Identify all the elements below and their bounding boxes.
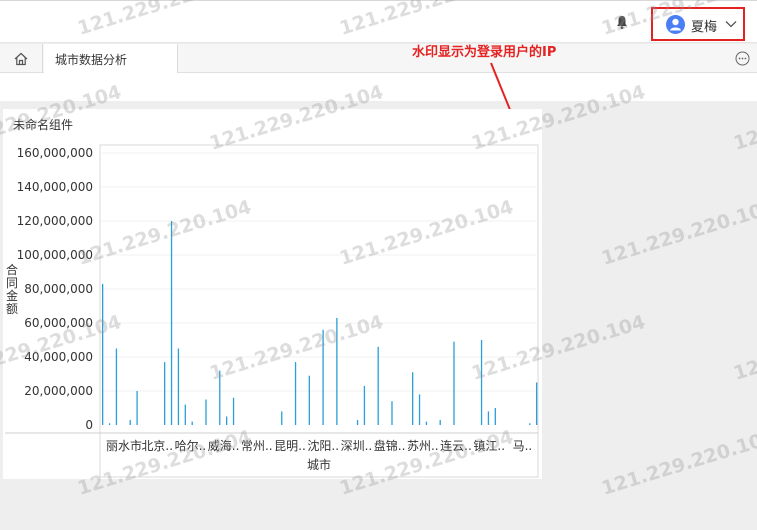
bar bbox=[232, 397, 235, 425]
bar bbox=[177, 348, 180, 425]
y-axis-title: 合同金额 bbox=[6, 262, 18, 316]
bar bbox=[205, 399, 207, 425]
bar bbox=[281, 411, 283, 425]
x-tick-label: 沈阳.. bbox=[307, 438, 339, 453]
bar bbox=[219, 370, 221, 425]
bar bbox=[108, 423, 111, 425]
x-tick-label: 深圳.. bbox=[341, 439, 373, 453]
bar bbox=[170, 221, 173, 425]
bar bbox=[363, 385, 366, 425]
toolbar-area bbox=[0, 73, 757, 101]
annotation-text: 水印显示为登录用户的IP bbox=[412, 45, 557, 60]
bar bbox=[487, 411, 490, 425]
x-tick-label: 盘锦.. bbox=[374, 438, 406, 453]
bell-icon[interactable] bbox=[614, 14, 630, 30]
watermark-text: 121.229.220.104 bbox=[599, 426, 757, 500]
bar bbox=[529, 423, 531, 425]
x-axis-title: 城市 bbox=[307, 457, 331, 472]
bar bbox=[322, 329, 324, 425]
bar bbox=[356, 419, 359, 425]
top-header: 夏梅 bbox=[0, 0, 757, 43]
bar bbox=[336, 317, 338, 425]
bar bbox=[136, 391, 138, 425]
bar bbox=[184, 404, 186, 425]
user-name: 夏梅 bbox=[691, 20, 718, 35]
x-tick-label: 苏州.. bbox=[407, 439, 439, 453]
x-tick-label: 连云.. bbox=[440, 438, 472, 453]
bar bbox=[391, 401, 393, 425]
y-tick-label: 140,000,000 bbox=[17, 180, 93, 194]
user-menu[interactable]: 夏梅 bbox=[651, 7, 745, 41]
bar bbox=[480, 340, 483, 425]
x-tick-label: 昆明.. bbox=[274, 439, 306, 453]
bar bbox=[425, 421, 428, 425]
bar bbox=[418, 394, 421, 425]
bar bbox=[115, 348, 118, 425]
bar bbox=[494, 408, 496, 425]
x-tick-label: 威海.. bbox=[208, 438, 240, 453]
y-tick-label: 160,000,000 bbox=[17, 146, 93, 160]
y-tick-label: 0 bbox=[85, 418, 93, 432]
chevron-down-icon bbox=[725, 21, 737, 28]
bar bbox=[102, 283, 104, 425]
tab-label: 城市数据分析 bbox=[55, 53, 128, 67]
y-tick-label: 80,000,000 bbox=[24, 282, 93, 296]
bar bbox=[226, 416, 228, 425]
watermark-text: 121.229.220.104 bbox=[731, 311, 757, 385]
bar bbox=[191, 421, 193, 425]
bar bbox=[412, 372, 414, 425]
x-tick-label: 常州.. bbox=[241, 439, 273, 453]
more-icon[interactable] bbox=[735, 51, 750, 66]
bar-chart: 0 20,000,000 40,000,000 60,000,000 80,000,00… bbox=[5, 144, 539, 478]
bar bbox=[377, 346, 379, 425]
home-tab[interactable] bbox=[0, 44, 43, 73]
x-tick-label: 丽水市 bbox=[106, 438, 142, 453]
plot-frame bbox=[99, 144, 539, 478]
bar bbox=[164, 362, 166, 425]
x-tick-label: 北京.. bbox=[141, 439, 173, 453]
y-tick-label: 120,000,000 bbox=[17, 214, 93, 228]
x-tick-label: 镇江.. bbox=[473, 439, 505, 453]
x-tick-label: 马.. bbox=[513, 439, 533, 453]
x-tick-label: 哈尔.. bbox=[175, 438, 207, 453]
bar bbox=[536, 382, 538, 425]
bar bbox=[453, 341, 455, 425]
y-tick-label: 40,000,000 bbox=[24, 350, 93, 364]
y-tick-label: 100,000,000 bbox=[17, 248, 93, 262]
bar bbox=[439, 419, 441, 425]
watermark-text: 121.229.220.104 bbox=[599, 196, 757, 270]
y-tick-label: 60,000,000 bbox=[24, 316, 93, 330]
bar bbox=[129, 419, 131, 425]
user-avatar-icon bbox=[666, 15, 685, 34]
tab-bar: 城市数据分析 bbox=[0, 44, 757, 73]
tab-city-analysis[interactable]: 城市数据分析 bbox=[44, 44, 178, 73]
bar bbox=[308, 375, 310, 425]
chart-widget: 未命名组件 0 20,000,000 40,000,000 60,000,000 80,… bbox=[3, 109, 542, 479]
bar bbox=[294, 362, 297, 425]
y-tick-label: 20,000,000 bbox=[24, 384, 93, 398]
home-icon bbox=[14, 52, 28, 66]
